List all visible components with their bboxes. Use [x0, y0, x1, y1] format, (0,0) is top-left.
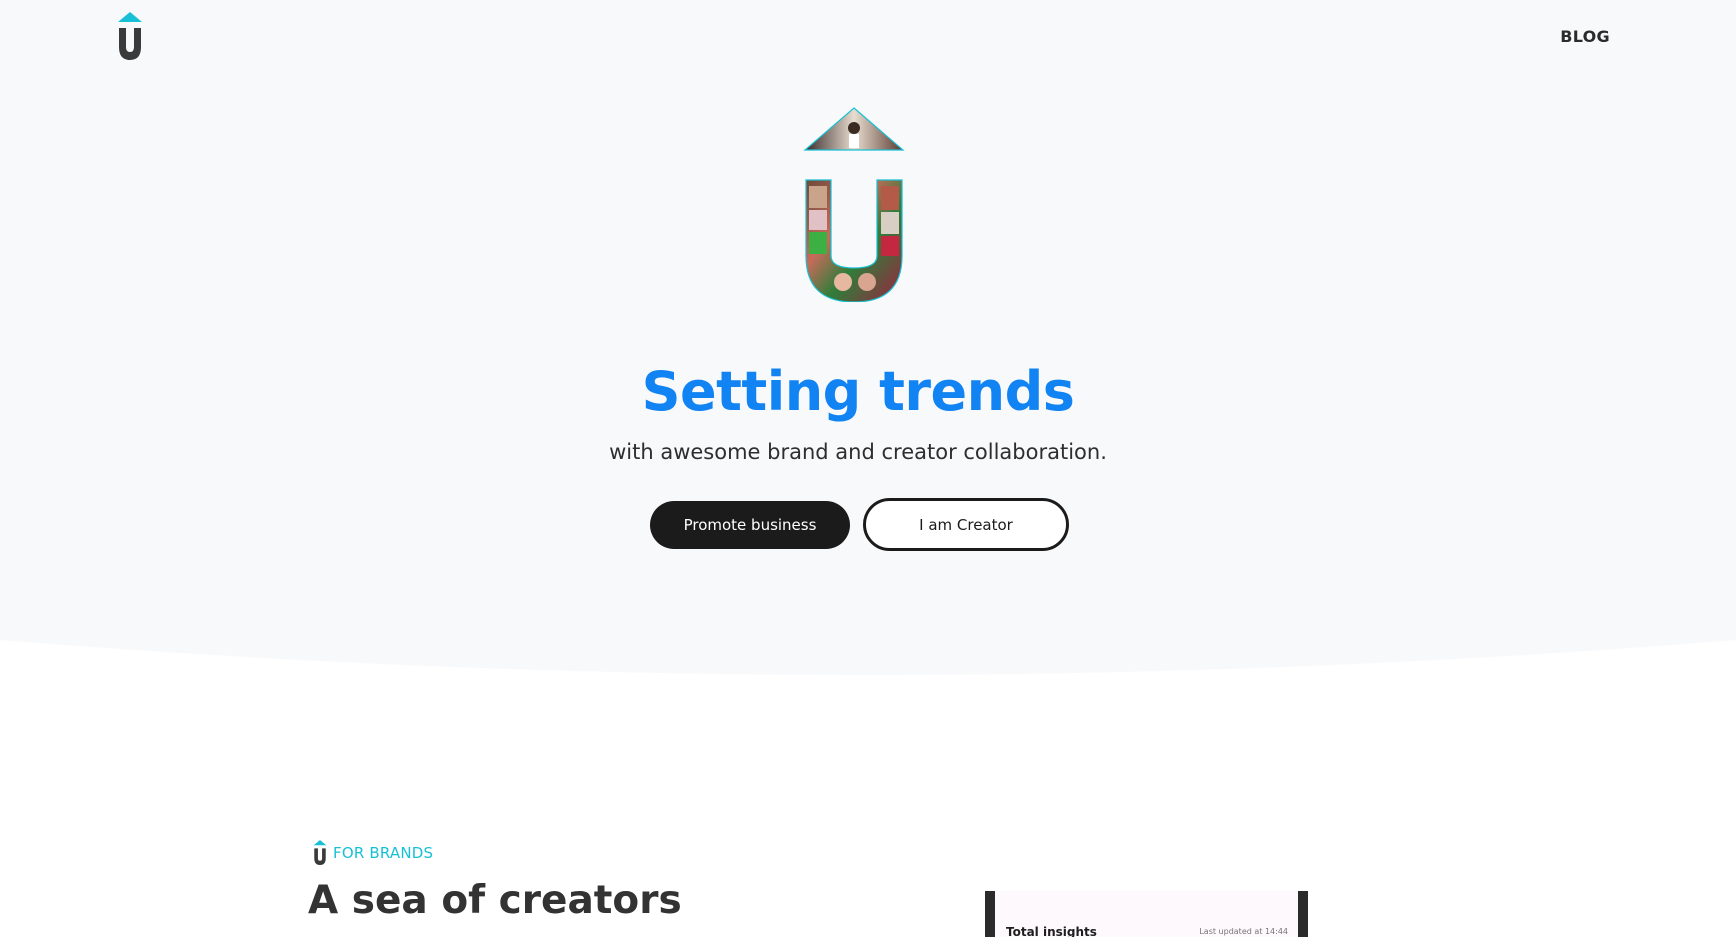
promote-business-button[interactable]: Promote business	[650, 501, 850, 549]
section-title: A sea of creators	[308, 878, 682, 923]
brand-logo-icon[interactable]	[117, 12, 143, 62]
phone-preview-title: Total insights	[1006, 925, 1097, 937]
creator-collage-emblem-icon	[803, 107, 905, 302]
hero-curve-divider	[0, 640, 1736, 690]
hero-title: Setting trends	[641, 360, 1075, 423]
phone-preview-updated: Last updated at 14:44	[1199, 927, 1288, 936]
nav-blog-link[interactable]: BLOG	[1560, 27, 1610, 46]
i-am-creator-button[interactable]: I am Creator	[863, 498, 1069, 551]
section-tag-label: FOR BRANDS	[333, 844, 434, 862]
section-tag: FOR BRANDS	[313, 840, 433, 866]
hero-subtitle: with awesome brand and creator collabora…	[609, 440, 1107, 464]
hero-section	[0, 0, 1736, 680]
phone-preview: Total insights Last updated at 14:44	[985, 891, 1308, 937]
brand-mini-logo-icon	[313, 840, 327, 865]
